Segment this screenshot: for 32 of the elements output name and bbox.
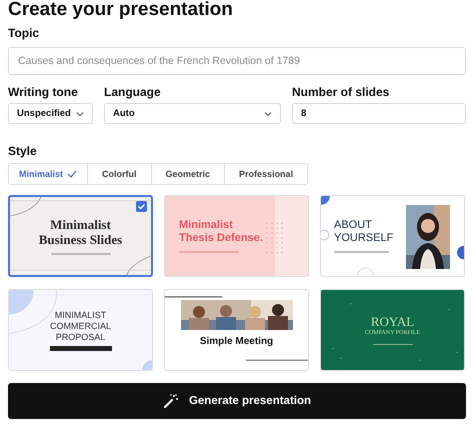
slide-title: Minimalist: [179, 219, 233, 232]
slide-title: MINIMALIST: [54, 310, 106, 320]
slide-title: ABOUT: [334, 219, 372, 232]
topic-field[interactable]: Causes and consequences of the French Revolution of 1789: [8, 47, 466, 75]
generate-button[interactable]: Generate presentation: [8, 383, 466, 419]
field-label: Topic: [8, 26, 40, 40]
template-thumbnail[interactable]: MINIMALIST COMMERCIAL PROPOSAL: [8, 289, 153, 371]
page-title: Create your presentation: [8, 0, 233, 20]
style-tab[interactable]: Professional: [224, 164, 308, 184]
slide-title: ROYAL: [370, 315, 414, 329]
slide-title: Simple Meeting: [200, 336, 274, 347]
slide-title: Business Slides: [38, 232, 122, 247]
field-label: Number of slides: [292, 85, 390, 99]
section-label: Style: [8, 144, 37, 158]
dropdown[interactable]: Unspecified: [8, 103, 93, 124]
template-thumbnail[interactable]: Minimalist Business Slides: [8, 195, 153, 277]
slide-title: PROPOSAL: [56, 332, 106, 342]
dropdown[interactable]: Auto: [104, 103, 281, 124]
checkbox[interactable]: [136, 201, 147, 212]
field-label: Writing tone: [8, 85, 78, 99]
chevron-down-icon: [76, 110, 84, 116]
slide-title: YOURSELF: [334, 232, 394, 245]
slide-title: COMMERCIAL: [50, 320, 111, 332]
slide-title: Thesis Defense.: [179, 232, 263, 245]
check-icon: [67, 170, 78, 178]
field-label: Language: [104, 85, 161, 99]
template-thumbnail[interactable]: Simple Meeting: [164, 289, 309, 371]
number-field[interactable]: 8: [292, 103, 466, 124]
magic-wand-icon: [162, 393, 179, 409]
template-thumbnail[interactable]: ABOUT YOURSELF: [320, 195, 465, 277]
slide-title: Minimalist: [50, 217, 111, 232]
chevron-down-icon: [264, 110, 272, 116]
